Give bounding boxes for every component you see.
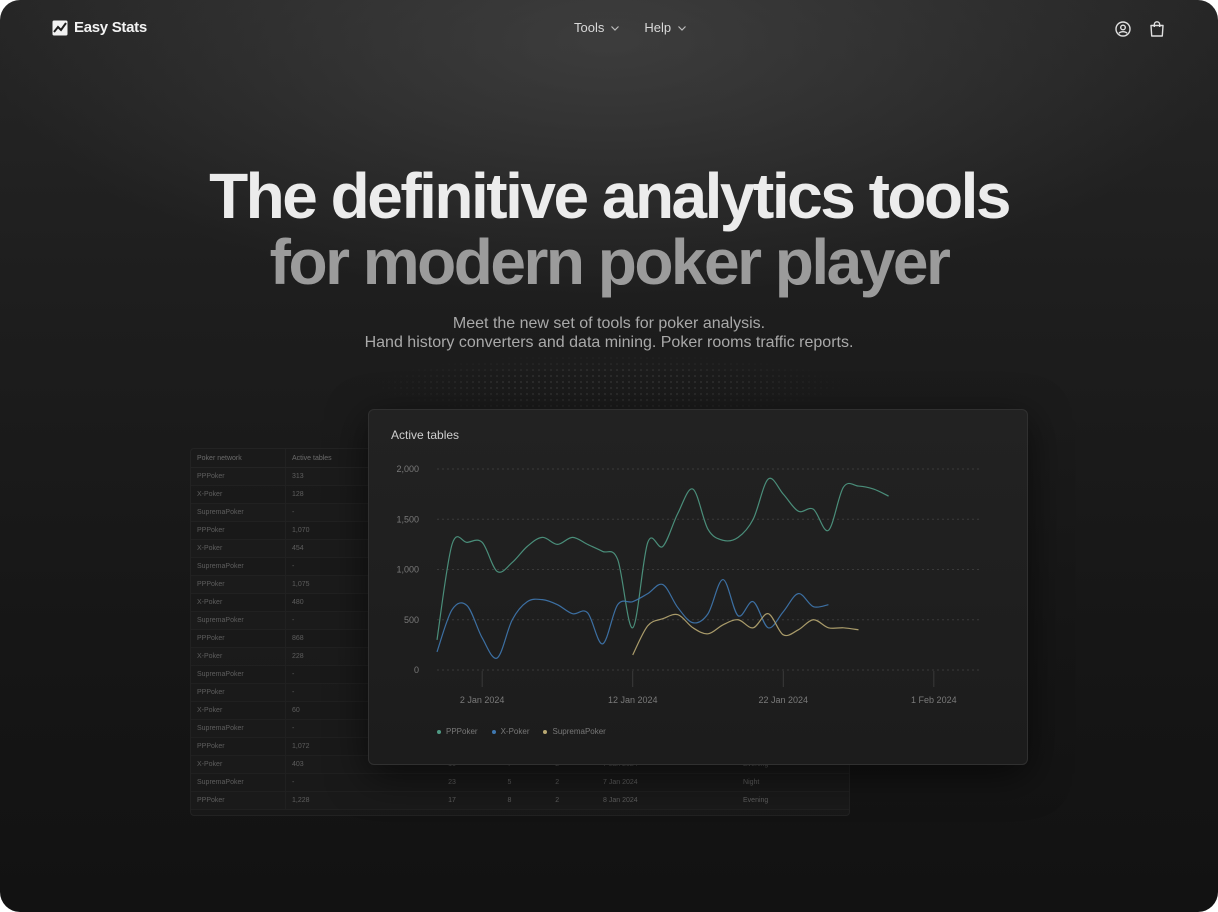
legend-label: PPPoker: [446, 727, 478, 736]
legend-dot-icon: [543, 729, 548, 734]
nav-help-label: Help: [644, 20, 672, 35]
active-tables-chart: 2,000 1,500 1,000 500 0 2 Jan 2024 12 Jan 2024…: [396, 464, 979, 705]
series-line-pppoker: [436, 477, 889, 640]
x-tick-label: 1 Feb 2024: [911, 695, 957, 705]
y-tick-label: 0: [414, 665, 419, 675]
chevron-down-icon: [611, 25, 620, 31]
table-cell: 7 Jan 2024: [597, 773, 738, 792]
table-cell: -: [285, 773, 443, 792]
chart-legend: PPPoker X-Poker SupremaPoker: [437, 727, 606, 736]
legend-label: SupremaPoker: [552, 727, 606, 736]
series-line-supremapoker: [632, 613, 859, 656]
table-cell: 23: [442, 773, 502, 792]
table-cell: SupremaPoker: [191, 557, 286, 576]
shopping-bag-icon[interactable]: [1148, 20, 1166, 38]
chart-logo-icon: [52, 20, 68, 35]
table-cell: SupremaPoker: [191, 665, 286, 684]
table-cell: 17: [442, 791, 502, 810]
table-cell: SupremaPoker: [191, 611, 286, 630]
nav-tools[interactable]: Tools: [574, 20, 620, 35]
y-tick-label: 1,500: [396, 514, 419, 524]
y-tick-label: 2,000: [396, 464, 419, 474]
x-tick-label: 2 Jan 2024: [460, 695, 505, 705]
dot-pattern-decoration: [380, 355, 840, 415]
table-cell: 5: [501, 773, 550, 792]
table-cell: SupremaPoker: [191, 719, 286, 738]
table-cell: PPPoker: [191, 629, 286, 648]
table-cell: 2: [549, 791, 597, 810]
table-cell: PPPoker: [191, 737, 286, 756]
table-cell: 1,228: [285, 791, 443, 810]
table-cell: Night: [737, 773, 849, 792]
active-tables-chart-card: Active tables 2,000 1,500 1,000 500 0 2 Jan 2…: [368, 409, 1028, 765]
legend-dot-icon: [491, 729, 496, 734]
nav-help[interactable]: Help: [644, 20, 687, 35]
legend-dot-icon: [437, 729, 441, 734]
hero-subtitle: Meet the new set of tools for poker anal…: [0, 314, 1218, 352]
table-cell: PPPoker: [191, 521, 286, 540]
hero-subtitle-line1: Meet the new set of tools for poker anal…: [452, 315, 766, 332]
nav-tools-label: Tools: [574, 20, 605, 35]
legend-item[interactable]: PPPoker: [437, 727, 478, 736]
hero-headline-line1: The definitive analytics tools: [209, 160, 1011, 232]
table-cell: Evening: [737, 791, 849, 810]
hero-subtitle-line2: Hand history converters and data mining.…: [364, 334, 854, 351]
brand-logo[interactable]: Easy Stats: [52, 19, 147, 36]
table-cell: SupremaPoker: [191, 503, 286, 522]
table-cell: X-Poker: [191, 485, 286, 504]
table-row: PPPoker 1,228 17 8 2 8 Jan 2024 Evening: [191, 791, 849, 810]
table-cell: PPPoker: [191, 791, 286, 810]
series-line-x-poker: [436, 578, 829, 659]
table-cell: 8: [501, 791, 550, 810]
hero-headline-line2: for modern poker player: [269, 226, 951, 298]
table-cell: X-Poker: [191, 701, 286, 720]
x-tick-label: 22 Jan 2024: [759, 695, 809, 705]
y-tick-label: 500: [404, 615, 419, 625]
chevron-down-icon: [678, 25, 687, 31]
table-cell: SupremaPoker: [191, 773, 286, 792]
nav-actions: [1114, 20, 1166, 38]
column-header: Poker network: [191, 449, 286, 468]
table-cell: X-Poker: [191, 539, 286, 558]
table-cell: X-Poker: [191, 755, 286, 774]
table-cell: 2: [549, 773, 597, 792]
page-frame: Easy Stats Tools Help The definitive ana…: [0, 0, 1218, 912]
table-row: SupremaPoker -23 5 2 7 Jan 2024 Night: [191, 773, 849, 792]
table-cell: X-Poker: [191, 593, 286, 612]
legend-item[interactable]: SupremaPoker: [543, 727, 606, 736]
table-cell: X-Poker: [191, 647, 286, 666]
table-cell: 8 Jan 2024: [597, 791, 738, 810]
account-icon[interactable]: [1114, 20, 1132, 38]
hero-headline: The definitive analytics tools for moder…: [0, 163, 1218, 295]
x-tick-label: 12 Jan 2024: [608, 695, 658, 705]
table-cell: PPPoker: [191, 575, 286, 594]
table-cell: PPPoker: [191, 467, 286, 486]
table-cell: PPPoker: [191, 683, 286, 702]
legend-item[interactable]: X-Poker: [491, 727, 530, 736]
main-nav: Tools Help: [574, 20, 687, 35]
brand-name: Easy Stats: [74, 19, 147, 36]
legend-label: X-Poker: [500, 727, 530, 736]
y-tick-label: 1,000: [396, 565, 419, 575]
